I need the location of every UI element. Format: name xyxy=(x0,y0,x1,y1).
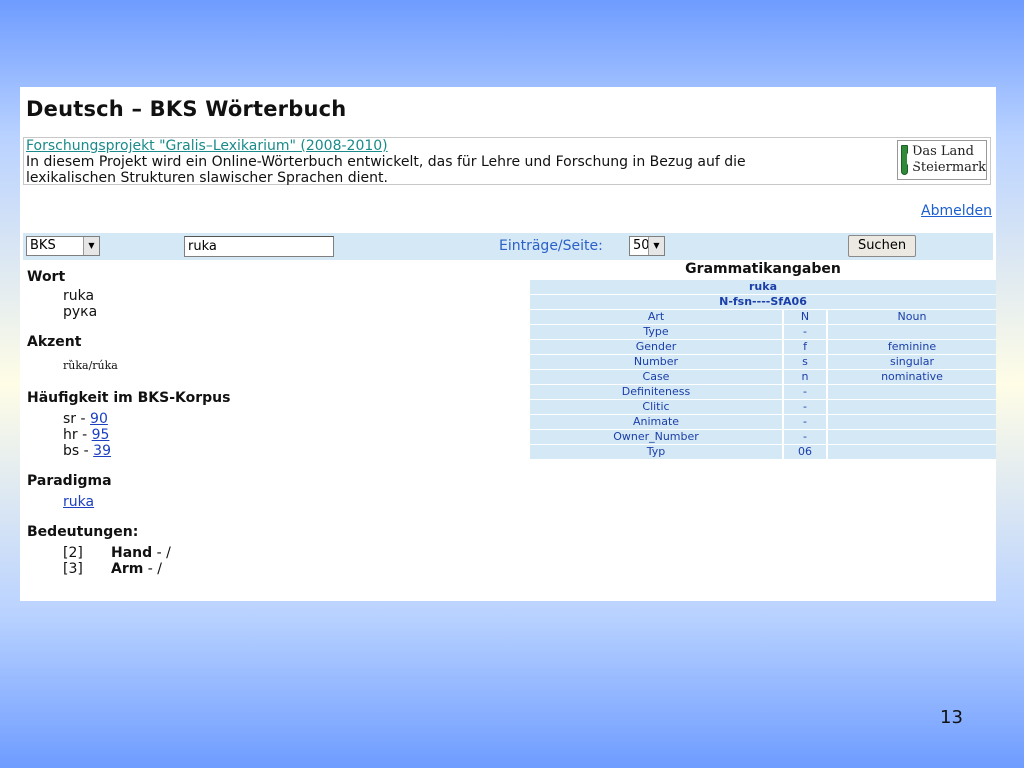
logo-line1: Das Land xyxy=(911,144,974,159)
grammar-panel: Grammatikangaben ruka N-fsn----SfA06 Art… xyxy=(530,261,996,460)
page-title: Deutsch – BKS Wörterbuch xyxy=(26,97,347,121)
logo-line2: Steiermark xyxy=(911,160,986,175)
search-bar: BKS ▼ ruka Einträge/Seite: 50 ▼ Suchen xyxy=(23,233,993,260)
table-row: Art N Noun xyxy=(530,310,996,324)
table-row: Owner_Number - xyxy=(530,430,996,444)
table-row: Type - xyxy=(530,325,996,339)
table-row: Clitic - xyxy=(530,400,996,414)
grammar-table: ruka N-fsn----SfA06 Art N Noun Type - Gende… xyxy=(530,279,996,460)
table-row: N-fsn----SfA06 xyxy=(530,295,996,309)
frequency-list: sr - 90 hr - 95 bs - 39 xyxy=(27,411,507,459)
project-link[interactable]: Forschungsprojekt "Gralis–Lexikarium" (2… xyxy=(26,138,388,154)
table-row: Definiteness - xyxy=(530,385,996,399)
table-row: ruka xyxy=(530,280,996,294)
search-input[interactable]: ruka xyxy=(184,236,334,257)
wort-heading: Wort xyxy=(27,269,66,285)
per-page-label: Einträge/Seite: xyxy=(499,238,603,254)
logout-link[interactable]: Abmelden xyxy=(921,203,992,219)
akzent-value: rȕka/rúka xyxy=(63,359,118,372)
word-cyrillic: рука xyxy=(63,304,98,320)
frequency-link[interactable]: 39 xyxy=(93,443,111,459)
table-row: Number s singular xyxy=(530,355,996,369)
coat-of-arms-icon xyxy=(901,145,915,175)
project-box: Forschungsprojekt "Gralis–Lexikarium" (2… xyxy=(23,137,991,186)
meanings-list: [2] Hand - / [3] Arm - / xyxy=(27,545,507,577)
grammar-code: N-fsn----SfA06 xyxy=(530,295,996,309)
project-description: In diesem Projekt wird ein Online-Wörter… xyxy=(26,154,746,186)
word-details: Wort ruka рука Akzent rȕka/rúka Häufigke… xyxy=(27,267,507,577)
haeufigkeit-heading: Häufigkeit im BKS-Korpus xyxy=(27,390,231,406)
frequency-item: sr - 90 xyxy=(63,411,108,427)
dropdown-arrow-icon[interactable]: ▼ xyxy=(83,237,99,255)
table-row: Typ 06 xyxy=(530,445,996,459)
steiermark-logo: Das Land Steiermark xyxy=(897,140,987,180)
search-button[interactable]: Suchen xyxy=(848,235,916,257)
frequency-item: hr - 95 xyxy=(63,427,110,443)
dropdown-arrow-icon[interactable]: ▼ xyxy=(648,237,664,255)
language-select[interactable]: BKS ▼ xyxy=(26,236,100,256)
bedeutungen-heading: Bedeutungen: xyxy=(27,524,139,540)
table-row: Animate - xyxy=(530,415,996,429)
paradigma-link[interactable]: ruka xyxy=(63,494,94,510)
grammar-heading: Grammatikangaben xyxy=(685,261,841,277)
paradigma-heading: Paradigma xyxy=(27,473,112,489)
frequency-item: bs - 39 xyxy=(63,443,111,459)
per-page-select[interactable]: 50 ▼ xyxy=(629,236,665,256)
akzent-heading: Akzent xyxy=(27,334,82,350)
meaning-item: [3] Arm - / xyxy=(63,561,162,577)
table-row: Case n nominative xyxy=(530,370,996,384)
grammar-word: ruka xyxy=(530,280,996,294)
meaning-item: [2] Hand - / xyxy=(63,545,171,561)
slide-number: 13 xyxy=(940,707,963,728)
dictionary-page: Deutsch – BKS Wörterbuch Forschungsproje… xyxy=(20,87,996,601)
frequency-link[interactable]: 95 xyxy=(92,427,110,443)
paradigma-value: ruka xyxy=(27,494,507,510)
frequency-link[interactable]: 90 xyxy=(90,411,108,427)
word-latin: ruka xyxy=(63,288,95,304)
language-value: BKS xyxy=(30,238,56,253)
table-row: Gender f feminine xyxy=(530,340,996,354)
